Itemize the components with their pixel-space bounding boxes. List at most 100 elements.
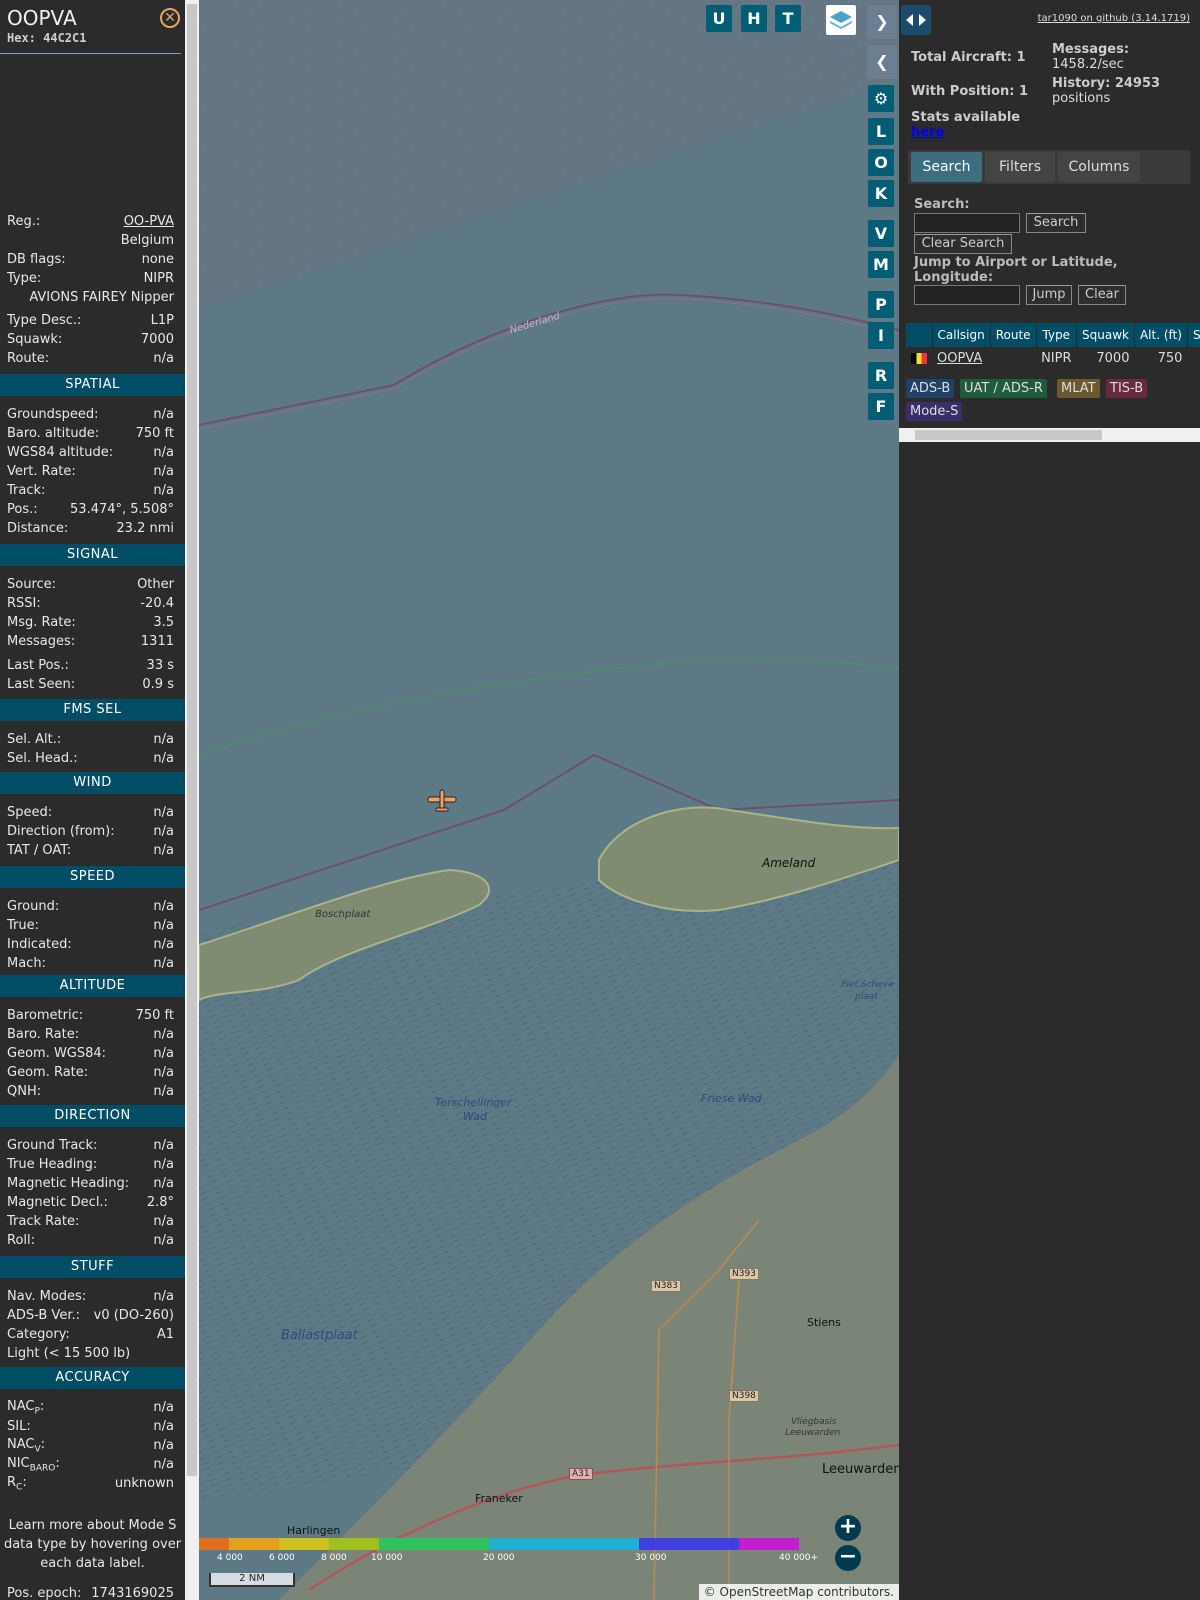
map-view[interactable]: Nederland Ameland Boschplaat Piet Scheve… [199, 0, 899, 1600]
map-button-h[interactable]: H [741, 5, 767, 32]
clear-search-button[interactable]: Clear Search [914, 234, 1012, 254]
accuracy-row: NICBARO: n/a [0, 1455, 181, 1474]
signal-value: Other [137, 577, 174, 592]
stuff-label[interactable]: Category: [7, 1327, 70, 1342]
signal-label[interactable]: Last Pos.: [7, 658, 69, 673]
accuracy-label[interactable]: SIL: [7, 1419, 31, 1434]
toggle-panel-icon[interactable] [901, 5, 931, 35]
spatial-label[interactable]: Vert. Rate: [7, 464, 76, 479]
spatial-label[interactable]: Baro. altitude: [7, 426, 99, 441]
jump-button[interactable]: Jump [1026, 285, 1072, 305]
stuff-label[interactable]: Light (< 15 500 lb) [7, 1346, 130, 1361]
signal-label[interactable]: Last Seen: [7, 677, 75, 692]
wind-label[interactable]: TAT / OAT: [7, 843, 71, 858]
search-button[interactable]: Search [1026, 213, 1086, 233]
col-callsign[interactable]: Callsign [932, 323, 991, 347]
label-plaat: plaat [855, 992, 878, 1002]
speed-label[interactable]: True: [7, 918, 39, 933]
accuracy-label[interactable]: NIC [7, 1456, 30, 1471]
expand-right-icon[interactable]: ❯ [867, 5, 897, 39]
signal-label[interactable]: RSSI: [7, 596, 41, 611]
settings-gear-icon[interactable]: ⚙ [868, 85, 894, 112]
signal-label[interactable]: Source: [7, 577, 56, 592]
spatial-label[interactable]: WGS84 altitude: [7, 445, 113, 460]
left-panel-scrollbar[interactable] [185, 0, 199, 1600]
tab-filters[interactable]: Filters [985, 152, 1055, 182]
clear-button[interactable]: Clear [1078, 285, 1126, 305]
direction-label[interactable]: True Heading: [7, 1157, 97, 1172]
altitude-row: Barometric: 750 ft [0, 1006, 181, 1025]
wind-label[interactable]: Speed: [7, 805, 52, 820]
map-canvas[interactable] [199, 0, 899, 1600]
speed-label[interactable]: Mach: [7, 956, 46, 971]
map-button-v[interactable]: V [868, 220, 894, 247]
label-colon: : [22, 1474, 27, 1490]
zoom-in-icon[interactable]: + [835, 1515, 861, 1541]
fms-label[interactable]: Sel. Head.: [7, 751, 78, 766]
col-route[interactable]: Route [990, 323, 1037, 347]
altitude-value: n/a [153, 1046, 174, 1061]
scrollbar-thumb[interactable] [187, 4, 197, 1476]
map-button-f[interactable]: F [868, 393, 894, 420]
map-button-m[interactable]: M [868, 251, 894, 278]
speed-label[interactable]: Indicated: [7, 937, 72, 952]
map-button-o[interactable]: O [868, 149, 894, 176]
altitude-label[interactable]: Barometric: [7, 1008, 83, 1023]
signal-label[interactable]: Msg. Rate: [7, 615, 76, 630]
search-input[interactable] [914, 213, 1020, 233]
stats-link[interactable]: here [911, 125, 944, 140]
signal-label[interactable]: Messages: [7, 634, 75, 649]
tab-columns[interactable]: Columns [1058, 152, 1140, 182]
map-attribution[interactable]: © OpenStreetMap contributors. [698, 1584, 899, 1600]
reg-link[interactable]: OO-PVA [124, 214, 174, 229]
version-link[interactable]: tar1090 on github (3.14.1719) [1038, 13, 1190, 24]
col-squawk[interactable]: Squawk [1076, 323, 1135, 347]
tab-search[interactable]: Search [911, 152, 982, 182]
altitude-label[interactable]: Geom. Rate: [7, 1065, 88, 1080]
close-icon[interactable]: ✕ [160, 8, 180, 28]
altitude-label[interactable]: Baro. Rate: [7, 1027, 79, 1042]
table-row[interactable]: OOPVA NIPR 7000 750 [906, 347, 1200, 369]
collapse-left-icon[interactable]: ❮ [867, 45, 897, 79]
direction-label[interactable]: Ground Track: [7, 1138, 97, 1153]
spatial-label[interactable]: Distance: [7, 521, 68, 536]
accuracy-label[interactable]: NAC [7, 1399, 34, 1414]
map-button-t[interactable]: T [775, 5, 801, 32]
stuff-label[interactable]: ADS-B Ver.: [7, 1308, 80, 1323]
altitude-label[interactable]: QNH: [7, 1084, 41, 1099]
col-type[interactable]: Type [1036, 323, 1078, 347]
accuracy-label[interactable]: R [7, 1475, 16, 1490]
direction-label[interactable]: Roll: [7, 1233, 35, 1248]
altitude-color-5 [489, 1538, 639, 1550]
col-altitude[interactable]: Alt. (ft) [1134, 323, 1188, 347]
map-button-k[interactable]: K [868, 180, 894, 207]
wind-label[interactable]: Direction (from): [7, 824, 115, 839]
direction-label[interactable]: Magnetic Heading: [7, 1176, 129, 1191]
layers-icon[interactable] [826, 5, 856, 35]
label-terschellinger: Terschellinger [435, 1096, 512, 1109]
map-button-u[interactable]: U [706, 5, 732, 32]
zoom-out-icon[interactable]: − [835, 1545, 861, 1571]
map-button-i[interactable]: I [868, 322, 894, 349]
with-position: With Position: 1 [911, 84, 1028, 99]
table-horizontal-scrollbar[interactable] [899, 428, 1200, 442]
fms-label[interactable]: Sel. Alt.: [7, 732, 61, 747]
row-callsign[interactable]: OOPVA [932, 347, 990, 369]
spatial-label[interactable]: Pos.: [7, 502, 38, 517]
altitude-label[interactable]: Geom. WGS84: [7, 1046, 106, 1061]
direction-label[interactable]: Magnetic Decl.: [7, 1195, 108, 1210]
jump-input[interactable] [914, 285, 1020, 305]
wind-row: Speed: n/a [0, 803, 181, 822]
map-button-r[interactable]: R [868, 362, 894, 389]
speed-label[interactable]: Ground: [7, 899, 59, 914]
col-speed[interactable]: Spd. [1187, 323, 1200, 347]
accuracy-label[interactable]: NAC [7, 1437, 34, 1452]
hscroll-thumb[interactable] [915, 430, 1102, 440]
direction-label[interactable]: Track Rate: [7, 1214, 79, 1229]
map-button-l[interactable]: L [868, 118, 894, 145]
stuff-label[interactable]: Nav. Modes: [7, 1289, 86, 1304]
map-button-p[interactable]: P [868, 291, 894, 318]
spatial-label[interactable]: Groundspeed: [7, 407, 98, 422]
col-flag[interactable] [906, 323, 933, 347]
spatial-label[interactable]: Track: [7, 483, 45, 498]
